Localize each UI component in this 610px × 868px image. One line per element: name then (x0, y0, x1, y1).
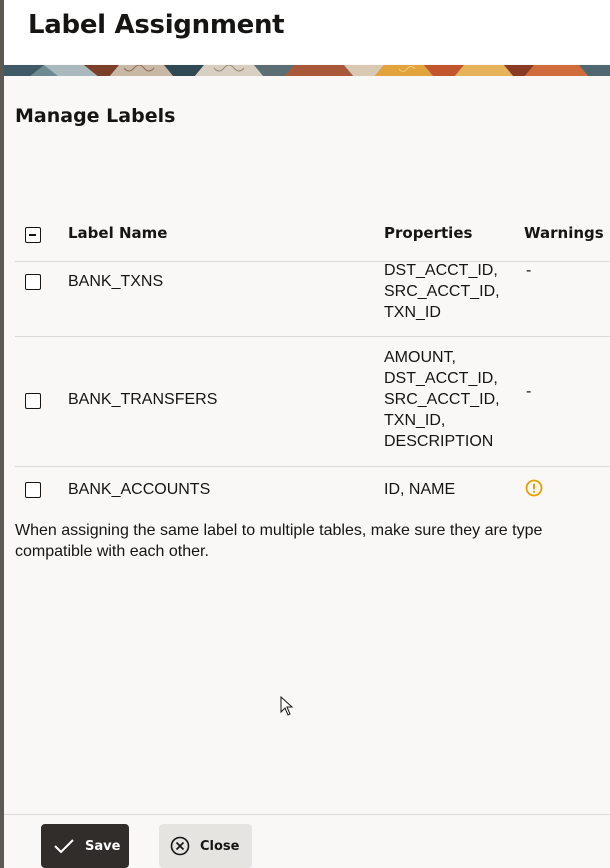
label-assignment-dialog: Label Assignment Manage Labels Label Nam… (4, 0, 610, 868)
select-all-checkbox[interactable] (25, 227, 41, 243)
row-label-name: BANK_ACCOUNTS (68, 481, 211, 498)
close-button[interactable]: Close (159, 824, 252, 868)
row-checkbox[interactable] (25, 274, 41, 290)
labels-table: Label Name Properties Warnings BANK_TXNS… (15, 213, 610, 512)
save-button[interactable]: Save (41, 824, 129, 868)
row-label-name: BANK_TRANSFERS (68, 391, 218, 408)
mouse-cursor-icon (280, 696, 294, 716)
table-header: Label Name Properties Warnings (15, 213, 610, 262)
table-row[interactable]: BANK_TRANSFERS AMOUNT, DST_ACCT_ID, SRC_… (15, 337, 610, 467)
compatibility-note: When assigning the same label to multipl… (15, 522, 543, 560)
header-label-name: Label Name (68, 224, 168, 242)
warning-icon[interactable] (525, 479, 543, 497)
table-row[interactable]: BANK_ACCOUNTS ID, NAME (15, 467, 610, 512)
dialog-header: Label Assignment (4, 0, 610, 64)
row-warning: - (526, 262, 532, 279)
checkmark-icon (54, 839, 74, 854)
row-properties: DST_ACCT_ID, SRC_ACCT_ID, TXN_ID (384, 262, 500, 321)
close-button-label: Close (200, 838, 240, 854)
dialog-title: Label Assignment (28, 10, 285, 40)
row-properties: AMOUNT, DST_ACCT_ID, SRC_ACCT_ID, TXN_ID… (384, 349, 500, 450)
section-title: Manage Labels (15, 105, 176, 127)
close-circle-icon (170, 836, 190, 856)
table-row[interactable]: BANK_TXNS DST_ACCT_ID, SRC_ACCT_ID, TXN_… (15, 262, 610, 337)
row-properties: ID, NAME (384, 481, 456, 498)
dialog-footer: Save Close (4, 814, 610, 868)
row-label-name: BANK_TXNS (68, 273, 164, 290)
row-warning: - (526, 383, 532, 400)
row-checkbox[interactable] (25, 482, 41, 498)
header-warnings: Warnings (524, 224, 604, 242)
banner-pattern (4, 64, 610, 76)
row-checkbox[interactable] (25, 393, 41, 409)
save-button-label: Save (85, 838, 121, 854)
decorative-banner (4, 64, 610, 76)
header-properties: Properties (384, 224, 473, 242)
